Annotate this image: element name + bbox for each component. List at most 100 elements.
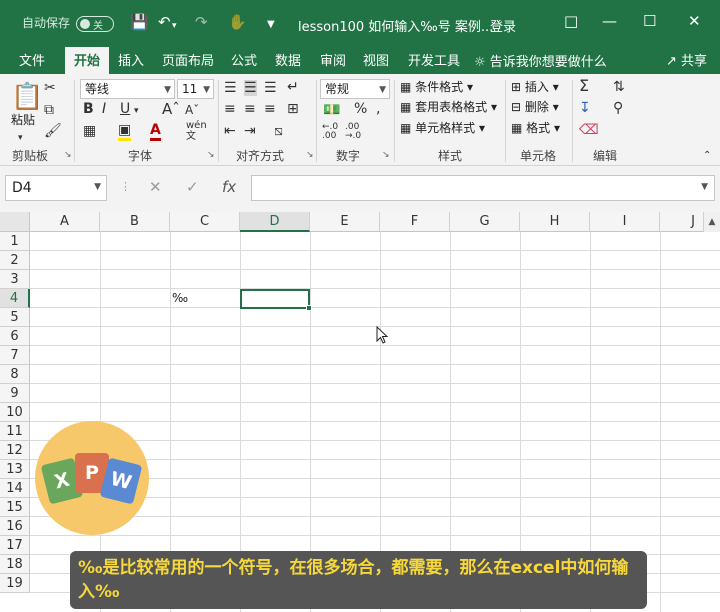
percent-icon[interactable]: %	[354, 101, 367, 117]
find-select-icon[interactable]: ⚲	[613, 100, 623, 116]
fill-icon[interactable]: ↧	[579, 100, 591, 116]
undo-dropdown-icon[interactable]: ▾	[172, 16, 177, 36]
merge-center-icon[interactable]: ⊞	[287, 101, 299, 117]
orientation-icon[interactable]: ⧅	[274, 123, 283, 139]
align-top-icon[interactable]: ☰	[224, 80, 237, 96]
active-cell-d4[interactable]	[240, 289, 312, 311]
number-format-select[interactable]: 常规 ▼	[320, 79, 390, 99]
fill-color-icon[interactable]: ▣	[118, 122, 132, 141]
formula-input[interactable]: ▼	[251, 175, 715, 201]
conditional-format-button[interactable]: ▦ 条件格式 ▾	[400, 79, 473, 95]
comma-style-icon[interactable]: ,	[376, 101, 380, 117]
scroll-up-icon[interactable]: ▲	[704, 212, 720, 232]
bold-icon[interactable]: B	[83, 101, 94, 117]
phonetic-icon[interactable]: wén 文	[186, 120, 207, 142]
row-header-10[interactable]: 10	[0, 403, 30, 422]
minimize-icon[interactable]: —	[602, 12, 617, 30]
align-left-icon[interactable]: ≡	[224, 101, 236, 117]
column-header-j[interactable]: J	[660, 212, 704, 232]
currency-icon[interactable]: 💵	[323, 102, 340, 118]
clipboard-launcher-icon[interactable]: ↘	[64, 150, 72, 160]
row-header-1[interactable]: 1	[0, 232, 30, 251]
maximize-icon[interactable]: ☐	[643, 12, 656, 30]
borders-icon[interactable]: ▦	[83, 123, 96, 139]
cell-styles-button[interactable]: ▦ 单元格样式 ▾	[400, 120, 485, 136]
underline-icon[interactable]: U	[120, 101, 130, 117]
delete-cells-button[interactable]: ⊟ 删除 ▾	[511, 99, 559, 115]
tab-review[interactable]: 审阅	[320, 50, 346, 69]
row-header-18[interactable]: 18	[0, 555, 30, 574]
row-header-9[interactable]: 9	[0, 384, 30, 403]
font-color-icon[interactable]: A	[150, 122, 161, 141]
autosum-icon[interactable]: Σ	[579, 78, 589, 94]
tab-insert[interactable]: 插入	[118, 50, 144, 69]
decrease-indent-icon[interactable]: ⇤	[224, 123, 236, 139]
row-header-19[interactable]: 19	[0, 574, 30, 593]
cancel-icon[interactable]: ✕	[149, 178, 162, 196]
row-header-16[interactable]: 16	[0, 517, 30, 536]
row-header-17[interactable]: 17	[0, 536, 30, 555]
select-all-corner[interactable]	[0, 212, 30, 232]
row-header-6[interactable]: 6	[0, 327, 30, 346]
format-as-table-button[interactable]: ▦ 套用表格格式 ▾	[400, 99, 497, 115]
paste-dropdown-icon[interactable]: ▾	[18, 130, 23, 146]
paste-icon[interactable]: 📋	[11, 82, 43, 112]
underline-dropdown-icon[interactable]: ▾	[134, 103, 139, 119]
autosave-toggle[interactable]: 关	[76, 16, 114, 32]
italic-icon[interactable]: I	[102, 101, 106, 117]
share-button[interactable]: ↗ 共享	[666, 50, 707, 69]
row-header-11[interactable]: 11	[0, 422, 30, 441]
wrap-text-icon[interactable]: ↵	[287, 79, 299, 95]
insert-cells-button[interactable]: ⊞ 插入 ▾	[511, 79, 559, 95]
tab-home[interactable]: 开始	[65, 47, 110, 74]
redo-icon[interactable]: ↷	[195, 12, 208, 32]
decrease-decimal-icon[interactable]: .00 →.0	[345, 123, 361, 141]
increase-indent-icon[interactable]: ⇥	[244, 123, 256, 139]
column-header-a[interactable]: A	[30, 212, 100, 232]
login-link[interactable]: 登录	[490, 16, 516, 35]
font-size-select[interactable]: 11 ▼	[177, 79, 214, 99]
paste-button[interactable]: 粘贴	[11, 112, 35, 128]
close-icon[interactable]: ✕	[688, 12, 701, 30]
tab-formulas[interactable]: 公式	[231, 50, 257, 69]
column-header-e[interactable]: E	[310, 212, 380, 232]
ribbon-display-icon[interactable]: □	[564, 12, 578, 30]
row-header-2[interactable]: 2	[0, 251, 30, 270]
sort-filter-icon[interactable]: ⇅	[613, 79, 625, 95]
font-launcher-icon[interactable]: ↘	[207, 150, 215, 160]
align-right-icon[interactable]: ≡	[264, 101, 276, 117]
number-launcher-icon[interactable]: ↘	[382, 150, 390, 160]
alignment-launcher-icon[interactable]: ↘	[306, 150, 314, 160]
row-header-13[interactable]: 13	[0, 460, 30, 479]
save-icon[interactable]: 💾	[130, 12, 149, 32]
cut-icon[interactable]: ✂	[44, 80, 56, 96]
touch-mode-icon[interactable]: ✋	[228, 12, 247, 32]
copy-icon[interactable]: ⧉	[44, 102, 54, 118]
collapse-ribbon-icon[interactable]: ⌃	[703, 148, 711, 164]
row-header-4[interactable]: 4	[0, 289, 30, 308]
column-header-c[interactable]: C	[170, 212, 240, 232]
column-header-g[interactable]: G	[450, 212, 520, 232]
tab-data[interactable]: 数据	[275, 50, 301, 69]
tab-page-layout[interactable]: 页面布局	[162, 50, 214, 69]
tab-view[interactable]: 视图	[363, 50, 389, 69]
font-name-select[interactable]: 等线 ▼	[80, 79, 175, 99]
row-header-14[interactable]: 14	[0, 479, 30, 498]
column-header-d[interactable]: D	[240, 212, 310, 232]
column-header-b[interactable]: B	[100, 212, 170, 232]
customize-qat-icon[interactable]: ▼	[267, 15, 275, 35]
drag-handle-icon[interactable]: ⋮	[120, 180, 131, 193]
tab-developer[interactable]: 开发工具	[408, 50, 460, 69]
tell-me-box[interactable]: ☼ 告诉我你想要做什么	[474, 51, 607, 70]
insert-function-icon[interactable]: fx	[222, 178, 236, 196]
clear-icon[interactable]: ⌫	[579, 122, 599, 138]
row-header-15[interactable]: 15	[0, 498, 30, 517]
column-header-f[interactable]: F	[380, 212, 450, 232]
align-middle-icon[interactable]: ☰	[244, 80, 257, 96]
tab-file[interactable]: 文件	[19, 50, 45, 69]
decrease-font-icon[interactable]: Aˇ	[185, 102, 199, 118]
enter-icon[interactable]: ✓	[186, 178, 199, 196]
undo-icon[interactable]: ↶	[158, 12, 171, 32]
format-painter-icon[interactable]: 🖌	[44, 123, 62, 139]
row-header-3[interactable]: 3	[0, 270, 30, 289]
